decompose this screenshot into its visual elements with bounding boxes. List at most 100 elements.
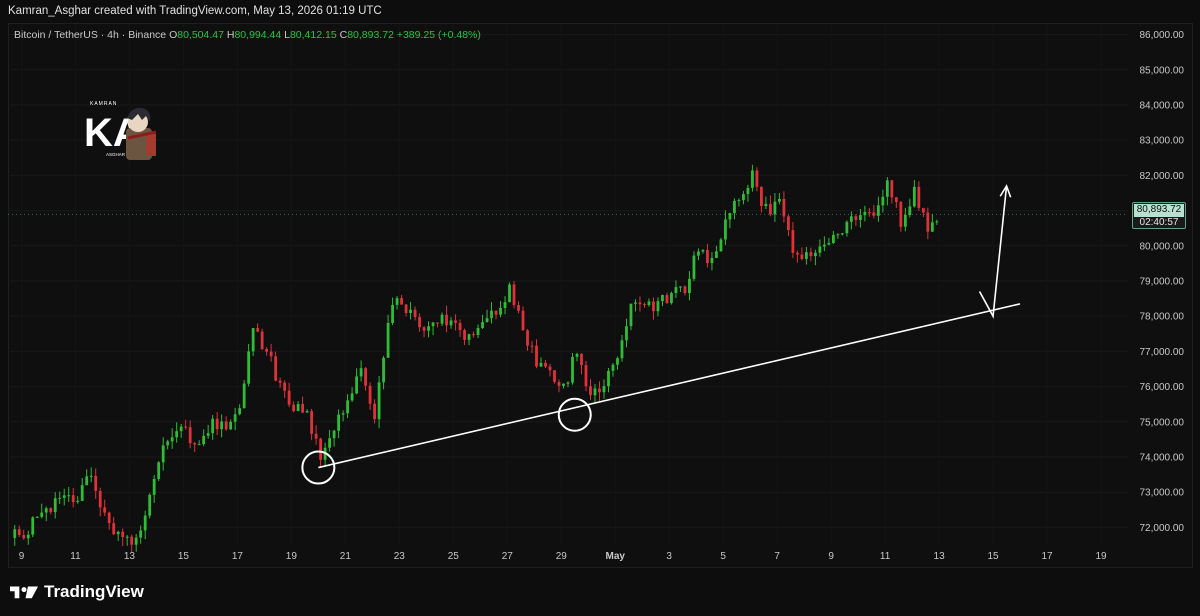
candle-body-down	[800, 254, 804, 259]
candle-body-down	[854, 216, 858, 220]
candle-body-up	[656, 301, 660, 312]
high-value: 80,994.44	[234, 29, 282, 41]
candle-body-down	[436, 322, 439, 324]
x-tick-label: 27	[502, 551, 514, 562]
author-logo: KAMRAN KA ASGHAR	[82, 98, 160, 162]
candle-body-up	[440, 314, 444, 324]
x-tick-label: 11	[70, 551, 81, 562]
candle-body-up	[80, 485, 84, 501]
candle-body-down	[260, 331, 264, 350]
candle-body-up	[53, 498, 57, 513]
candle-body-up	[427, 326, 430, 331]
candle-body-down	[638, 302, 642, 305]
candle-body-up	[503, 302, 507, 308]
candle-body-down	[769, 203, 772, 215]
candle-body-up	[175, 431, 179, 438]
candle-body-up	[116, 531, 120, 535]
candle-body-up	[359, 368, 363, 377]
candle-body-down	[112, 523, 116, 535]
candle-body-down	[472, 334, 475, 336]
x-tick-label: 5	[720, 551, 726, 562]
candle-body-down	[787, 216, 790, 231]
candle-body-down	[283, 382, 287, 391]
candle-body-up	[170, 437, 174, 442]
candle-body-down	[526, 330, 529, 346]
candle-body-down	[548, 366, 552, 371]
x-tick-label: 17	[232, 551, 244, 562]
x-tick-label: May	[606, 551, 626, 562]
y-tick-label: 80,000.00	[1140, 241, 1185, 252]
candle-body-down	[278, 380, 282, 383]
candle-body-up	[566, 382, 570, 384]
y-tick-label: 79,000.00	[1140, 276, 1185, 287]
candle-body-down	[71, 495, 75, 502]
x-tick-label: 15	[987, 551, 999, 562]
candle-body-up	[804, 252, 808, 259]
candle-body-down	[121, 531, 125, 537]
candle-body-up	[395, 298, 399, 305]
y-tick-label: 85,000.00	[1140, 65, 1185, 76]
candle-body-down	[580, 353, 583, 366]
candle-body-down	[292, 404, 296, 412]
highlight-circle	[557, 397, 592, 432]
candle-body-up	[728, 213, 732, 220]
candle-body-down	[890, 180, 894, 198]
drawing-annotations[interactable]	[301, 184, 1021, 485]
candle-body-up	[692, 255, 696, 279]
candle-body-up	[616, 358, 619, 365]
candle-body-up	[742, 194, 745, 201]
symbol-label[interactable]: Bitcoin / TetherUS · 4h · Binance	[14, 29, 166, 41]
price-chart[interactable]: 72,000.00 73,000.00 74,000.00 75,000.00 76,0…	[0, 0, 1200, 616]
candle-body-down	[706, 249, 709, 264]
candle-body-up	[26, 534, 30, 539]
candle-body-up	[449, 320, 453, 326]
candle-body-up	[431, 322, 435, 327]
candle-body-down	[463, 330, 466, 340]
candle-body-up	[161, 445, 165, 463]
logo-top-text: KAMRAN	[90, 101, 117, 107]
candle-body-up	[562, 383, 565, 386]
candle-body-up	[62, 495, 66, 498]
candle-body-up	[35, 516, 39, 518]
x-tick-label: 25	[448, 551, 460, 562]
candle-body-up	[778, 198, 781, 202]
candle-body-up	[481, 322, 484, 328]
candle-body-up	[508, 284, 511, 303]
y-tick-label: 73,000.00	[1140, 488, 1185, 499]
candle-body-up	[670, 293, 673, 304]
candle-body-up	[908, 206, 912, 215]
x-tick-label: 21	[340, 551, 352, 562]
candle-body-up	[332, 430, 336, 439]
candle-body-up	[211, 418, 215, 434]
x-tick-label: 15	[178, 551, 190, 562]
candle-body-up	[386, 322, 390, 358]
x-tick-label: 23	[394, 551, 406, 562]
candle-body-down	[454, 320, 457, 323]
candle-body-up	[697, 251, 700, 256]
x-tick-label: 9	[828, 551, 834, 562]
candle-body-down	[256, 328, 260, 332]
candle-body-up	[688, 278, 691, 294]
candle-body-up	[836, 234, 840, 236]
candle-body-up	[571, 356, 574, 383]
candle-body-up	[575, 353, 579, 357]
candle-body-up	[607, 370, 610, 387]
logo-character-illustration	[126, 107, 157, 160]
candle-body-up	[337, 414, 340, 431]
candle-body-up	[845, 221, 849, 234]
low-value: 80,412.15	[289, 29, 337, 41]
price-axis[interactable]: 72,000.00 73,000.00 74,000.00 75,000.00 76,0…	[1140, 30, 1185, 534]
candle-body-up	[724, 219, 727, 240]
close-value: 80,893.72	[347, 29, 394, 41]
y-tick-label: 86,000.00	[1140, 30, 1185, 41]
candle-body-up	[409, 309, 412, 314]
candle-body-down	[404, 304, 408, 314]
candle-body-up	[350, 393, 354, 401]
candle-body-up	[382, 357, 385, 383]
candle-body-up	[674, 287, 678, 294]
candle-body-up	[818, 246, 822, 253]
candlesticks	[13, 164, 939, 553]
time-axis[interactable]: 9 11 13 15 17 19 21 23 25 27 29 May 3 5 7 9 11 13 15 17 19	[19, 551, 1107, 562]
candle-body-down	[314, 433, 318, 439]
candle-body-up	[44, 508, 48, 513]
